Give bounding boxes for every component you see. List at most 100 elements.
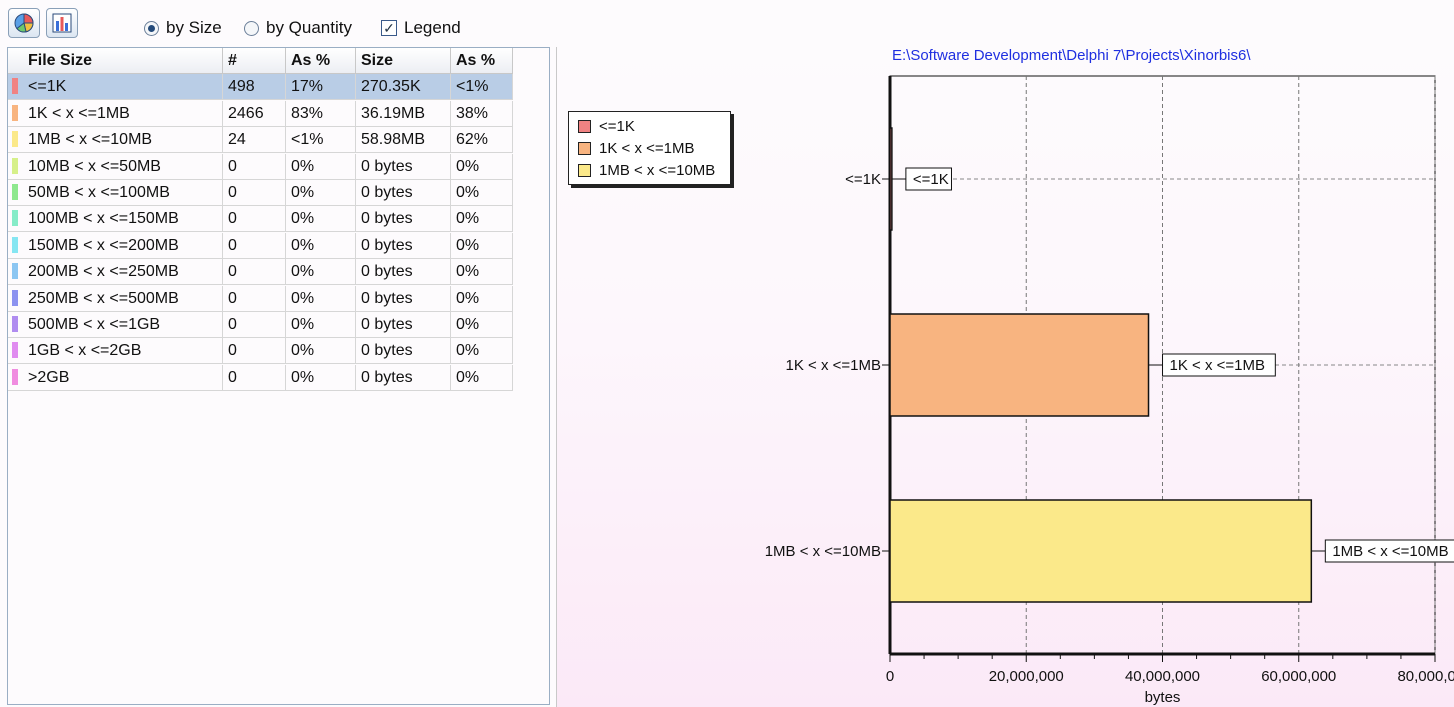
col-header-size-pct[interactable]: As %	[451, 48, 513, 74]
legend-entry: 1K < x <=1MB	[578, 139, 694, 157]
count-cell: 0	[223, 338, 286, 364]
chart-panel: E:\Software Development\Delphi 7\Project…	[556, 47, 1454, 707]
count-cell: 2466	[223, 101, 286, 127]
size-pct-cell: 0%	[451, 180, 513, 206]
toolbar: by Size by Quantity ✓ Legend	[0, 0, 1454, 44]
size-cell: 0 bytes	[356, 286, 451, 312]
range-cell: <=1K	[8, 74, 223, 100]
count-pct-cell: 0%	[286, 233, 356, 259]
bar-label: 1MB < x <=10MB	[1332, 543, 1448, 560]
row-color-swatch	[12, 158, 18, 174]
col-header-count[interactable]: #	[223, 48, 286, 74]
legend-entry: 1MB < x <=10MB	[578, 161, 715, 179]
row-color-swatch	[12, 210, 18, 226]
count-pct-cell: 0%	[286, 286, 356, 312]
range-cell: 50MB < x <=100MB	[8, 180, 223, 206]
legend-entry: <=1K	[578, 117, 635, 135]
row-color-swatch	[12, 263, 18, 279]
size-cell: 0 bytes	[356, 338, 451, 364]
count-pct-cell: 83%	[286, 101, 356, 127]
count-pct-cell: 0%	[286, 312, 356, 338]
range-text: >2GB	[28, 369, 70, 386]
bar-label: 1K < x <=1MB	[1170, 357, 1265, 374]
pie-chart-icon	[14, 13, 34, 33]
range-cell: 250MB < x <=500MB	[8, 286, 223, 312]
chart-legend: <=1K 1K < x <=1MB 1MB < x <=10MB	[568, 111, 731, 185]
by-size-option[interactable]: by Size	[144, 16, 222, 40]
size-cell: 270.35K	[356, 74, 451, 100]
range-cell: 100MB < x <=150MB	[8, 206, 223, 232]
legend-swatch	[578, 119, 591, 133]
range-text: 1K < x <=1MB	[28, 105, 130, 122]
legend-swatch	[578, 141, 591, 155]
count-pct-cell: 0%	[286, 206, 356, 232]
category-label: <=1K	[845, 171, 881, 188]
size-pct-cell: 0%	[451, 154, 513, 180]
count-cell: 24	[223, 127, 286, 153]
range-text: 10MB < x <=50MB	[28, 158, 161, 175]
legend-checkbox[interactable]: ✓	[381, 20, 397, 36]
row-color-swatch	[12, 105, 18, 121]
legend-option[interactable]: ✓ Legend	[381, 16, 461, 40]
pie-chart-button[interactable]	[8, 8, 40, 38]
range-text: <=1K	[28, 78, 67, 95]
size-pct-cell: 38%	[451, 101, 513, 127]
x-tick-label: 20,000,000	[989, 668, 1064, 685]
count-cell: 0	[223, 286, 286, 312]
size-cell: 0 bytes	[356, 206, 451, 232]
by-size-radio[interactable]	[144, 20, 159, 36]
legend-checkbox-label: Legend	[404, 18, 461, 37]
range-text: 500MB < x <=1GB	[28, 316, 161, 333]
bar-chart-button[interactable]	[46, 8, 78, 38]
count-cell: 0	[223, 365, 286, 391]
row-color-swatch	[12, 316, 18, 332]
bar	[889, 313, 1150, 417]
range-text: 200MB < x <=250MB	[28, 263, 179, 280]
size-pct-cell: 0%	[451, 286, 513, 312]
x-tick-label: 0	[886, 668, 894, 685]
size-cell: 0 bytes	[356, 180, 451, 206]
by-quantity-option[interactable]: by Quantity	[244, 16, 352, 40]
bar	[889, 127, 893, 231]
size-pct-cell: 0%	[451, 259, 513, 285]
bar	[889, 499, 1313, 603]
by-size-label: by Size	[166, 18, 222, 37]
row-color-swatch	[12, 290, 18, 306]
size-cell: 0 bytes	[356, 312, 451, 338]
size-pct-cell: 0%	[451, 206, 513, 232]
size-pct-cell: 0%	[451, 365, 513, 391]
x-tick-label: 60,000,000	[1261, 668, 1336, 685]
count-pct-cell: <1%	[286, 127, 356, 153]
row-color-swatch	[12, 369, 18, 385]
col-header-size[interactable]: Size	[356, 48, 451, 74]
legend-swatch	[578, 163, 591, 177]
x-tick-label: 40,000,000	[1125, 668, 1200, 685]
col-header-count-pct[interactable]: As %	[286, 48, 356, 74]
size-cell: 0 bytes	[356, 154, 451, 180]
range-cell: 1GB < x <=2GB	[8, 338, 223, 364]
count-cell: 0	[223, 312, 286, 338]
row-color-swatch	[12, 184, 18, 200]
x-tick-label: 80,000,000	[1397, 668, 1454, 685]
category-label: 1K < x <=1MB	[786, 357, 881, 374]
range-cell: 10MB < x <=50MB	[8, 154, 223, 180]
range-cell: 1MB < x <=10MB	[8, 127, 223, 153]
range-cell: 150MB < x <=200MB	[8, 233, 223, 259]
size-cell: 58.98MB	[356, 127, 451, 153]
size-pct-cell: <1%	[451, 74, 513, 100]
col-header-file-size[interactable]: File Size	[8, 48, 223, 74]
size-pct-cell: 0%	[451, 233, 513, 259]
row-color-swatch	[12, 78, 18, 94]
by-quantity-radio[interactable]	[244, 20, 259, 36]
by-quantity-label: by Quantity	[266, 18, 352, 37]
count-pct-cell: 0%	[286, 365, 356, 391]
range-text: 50MB < x <=100MB	[28, 184, 170, 201]
size-pct-cell: 62%	[451, 127, 513, 153]
range-text: 1MB < x <=10MB	[28, 131, 153, 148]
count-pct-cell: 0%	[286, 338, 356, 364]
count-cell: 0	[223, 259, 286, 285]
range-text: 150MB < x <=200MB	[28, 237, 179, 254]
range-text: 100MB < x <=150MB	[28, 210, 179, 227]
row-color-swatch	[12, 342, 18, 358]
bar-label: <=1K	[913, 171, 949, 188]
